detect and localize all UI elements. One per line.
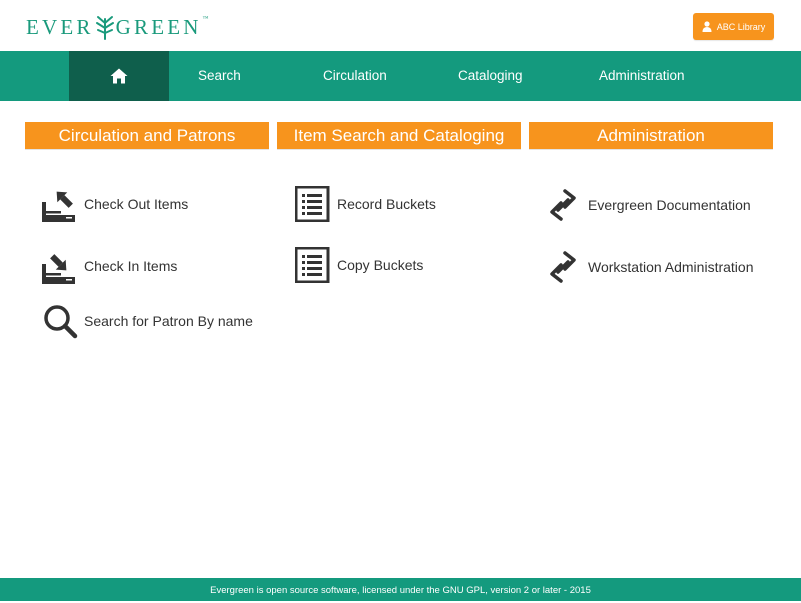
link-check-in-items[interactable]: Check In Items: [42, 248, 177, 284]
link-label: Record Buckets: [337, 196, 436, 212]
logo-text-left: EVER: [26, 14, 94, 39]
list-icon: [295, 247, 331, 283]
link-label: Copy Buckets: [337, 257, 424, 273]
link-label: Check In Items: [84, 258, 178, 274]
nav-home-button[interactable]: [69, 51, 169, 101]
logo-trademark: ™: [202, 16, 209, 22]
link-icon: [546, 187, 582, 223]
home-icon: [110, 68, 128, 84]
link-label: Check Out Items: [84, 196, 189, 212]
link-label: Workstation Administration: [588, 259, 754, 275]
link-check-out-items[interactable]: Check Out Items: [42, 186, 188, 222]
check-out-icon: [42, 186, 78, 222]
link-search-patron[interactable]: Search for Patron By name: [42, 303, 253, 339]
search-icon: [42, 303, 78, 339]
nav-cataloging[interactable]: Cataloging: [458, 51, 523, 101]
library-button[interactable]: ABC Library: [693, 13, 774, 40]
nav-search[interactable]: Search: [198, 51, 241, 101]
section-header-administration: Administration: [529, 122, 773, 150]
list-icon: [295, 186, 331, 222]
link-label: Evergreen Documentation: [588, 197, 751, 213]
evergreen-logo: EVER GREEN ™: [26, 12, 209, 42]
section-header-circulation: Circulation and Patrons: [25, 122, 269, 150]
main-navbar: Search Circulation Cataloging Administra…: [0, 51, 801, 101]
logo-text-right: GREEN: [115, 14, 202, 39]
nav-circulation[interactable]: Circulation: [323, 51, 387, 101]
library-button-label: ABC Library: [716, 21, 766, 32]
footer: Evergreen is open source software, licen…: [0, 578, 801, 601]
link-icon: [546, 249, 582, 285]
link-evergreen-documentation[interactable]: Evergreen Documentation: [546, 187, 751, 223]
link-label: Search for Patron By name: [84, 313, 253, 329]
link-copy-buckets[interactable]: Copy Buckets: [295, 247, 423, 283]
check-in-icon: [42, 248, 78, 284]
section-header-cataloging: Item Search and Cataloging: [277, 122, 521, 150]
link-record-buckets[interactable]: Record Buckets: [295, 186, 436, 222]
link-workstation-administration[interactable]: Workstation Administration: [546, 249, 753, 285]
footer-text: Evergreen is open source software, licen…: [210, 585, 591, 596]
user-icon: [702, 21, 712, 32]
leaf-icon: [95, 13, 115, 41]
nav-administration[interactable]: Administration: [599, 51, 685, 101]
